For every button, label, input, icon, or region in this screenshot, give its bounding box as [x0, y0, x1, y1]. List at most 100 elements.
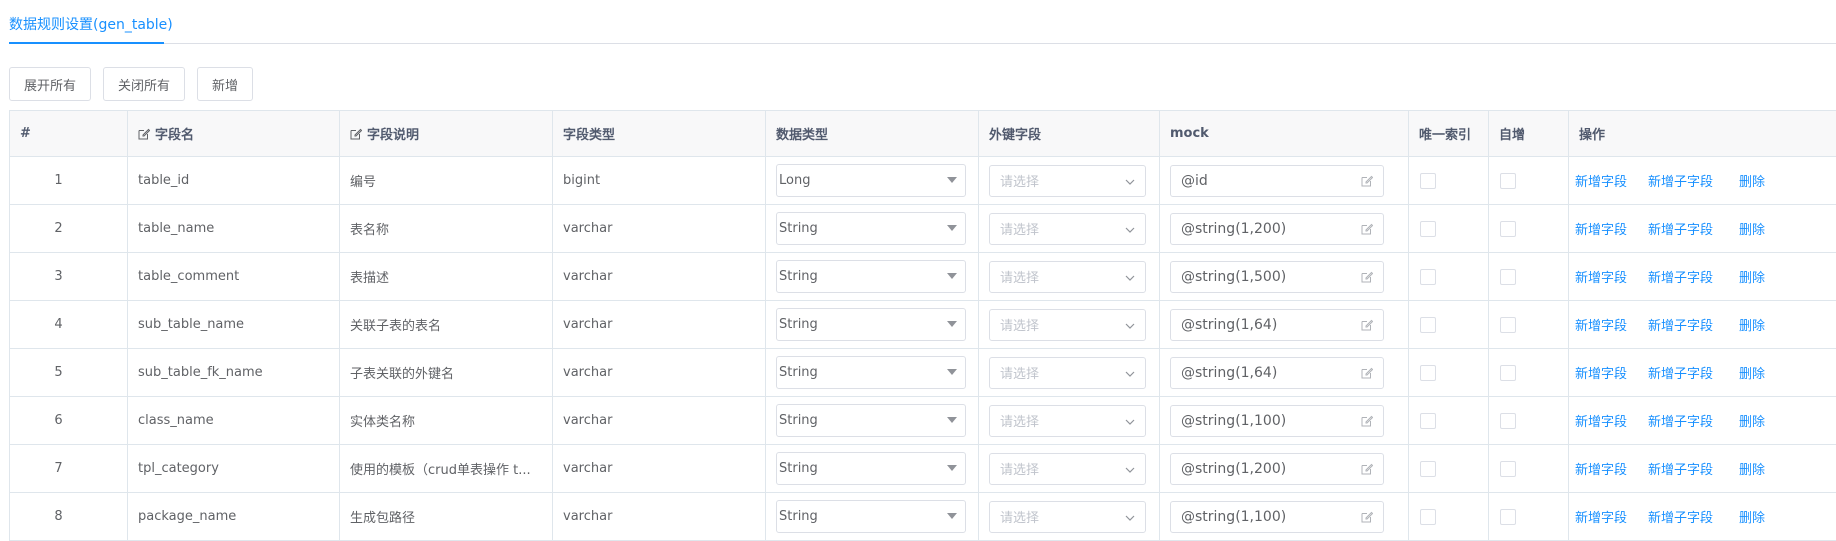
- chevron-down-icon: [1125, 224, 1135, 239]
- row-actions: 新增字段 新增子字段 删除: [1569, 301, 1827, 348]
- edit-icon[interactable]: [1361, 319, 1374, 335]
- foreign-key-select[interactable]: 请选择: [989, 404, 1146, 437]
- row-index: 1: [9, 157, 128, 204]
- data-type-select[interactable]: String: [776, 500, 966, 533]
- header-mock: mock: [1160, 111, 1409, 156]
- edit-icon[interactable]: [1361, 463, 1374, 479]
- foreign-key-placeholder: 请选择: [1000, 463, 1040, 478]
- add-field-link[interactable]: 新增字段: [1575, 267, 1627, 286]
- mock-input[interactable]: @string(1,100): [1170, 500, 1384, 533]
- add-child-field-link[interactable]: 新增子字段: [1648, 507, 1713, 526]
- unique-index-checkbox[interactable]: [1420, 268, 1436, 285]
- add-field-link[interactable]: 新增字段: [1575, 171, 1627, 190]
- add-child-field-link[interactable]: 新增子字段: [1648, 267, 1713, 286]
- add-child-field-link[interactable]: 新增子字段: [1648, 219, 1713, 238]
- add-child-field-link[interactable]: 新增子字段: [1648, 411, 1713, 430]
- unique-index-checkbox[interactable]: [1420, 172, 1436, 189]
- expand-all-button[interactable]: 展开所有: [9, 67, 92, 101]
- mock-input[interactable]: @string(1,200): [1170, 212, 1384, 245]
- data-type-select[interactable]: String: [776, 308, 966, 341]
- caret-down-icon: [947, 321, 957, 327]
- mock-input[interactable]: @id: [1170, 164, 1384, 197]
- edit-icon[interactable]: [1361, 367, 1374, 383]
- unique-index-checkbox[interactable]: [1420, 508, 1436, 525]
- caret-down-icon: [947, 513, 957, 519]
- mock-value: @string(1,100): [1181, 508, 1287, 525]
- foreign-key-placeholder: 请选择: [1000, 175, 1040, 190]
- auto-increment-checkbox[interactable]: [1500, 412, 1516, 429]
- delete-link[interactable]: 删除: [1739, 363, 1765, 382]
- edit-icon[interactable]: [1361, 223, 1374, 239]
- foreign-key-select[interactable]: 请选择: [989, 500, 1146, 533]
- header-field-desc: 字段说明: [340, 111, 553, 156]
- auto-increment-checkbox[interactable]: [1500, 268, 1516, 285]
- unique-index-checkbox[interactable]: [1420, 412, 1436, 429]
- auto-increment-checkbox[interactable]: [1500, 508, 1516, 525]
- add-field-link[interactable]: 新增字段: [1575, 459, 1627, 478]
- add-child-field-link[interactable]: 新增子字段: [1648, 171, 1713, 190]
- delete-link[interactable]: 删除: [1739, 171, 1765, 190]
- add-field-link[interactable]: 新增字段: [1575, 315, 1627, 334]
- data-type-select[interactable]: String: [776, 356, 966, 389]
- auto-increment-checkbox[interactable]: [1500, 172, 1516, 189]
- delete-link[interactable]: 删除: [1739, 267, 1765, 286]
- data-type-select[interactable]: Long: [776, 164, 966, 197]
- foreign-key-select[interactable]: 请选择: [989, 452, 1146, 485]
- edit-icon[interactable]: [1361, 175, 1374, 191]
- foreign-key-select[interactable]: 请选择: [989, 308, 1146, 341]
- add-child-field-link[interactable]: 新增子字段: [1648, 459, 1713, 478]
- edit-icon[interactable]: [1361, 511, 1374, 527]
- auto-increment-checkbox[interactable]: [1500, 220, 1516, 237]
- data-type-select[interactable]: String: [776, 260, 966, 293]
- add-child-field-link[interactable]: 新增子字段: [1648, 363, 1713, 382]
- add-field-link[interactable]: 新增字段: [1575, 363, 1627, 382]
- delete-link[interactable]: 删除: [1739, 411, 1765, 430]
- foreign-key-select[interactable]: 请选择: [989, 260, 1146, 293]
- row-data-type-cell: String: [766, 493, 979, 540]
- unique-index-checkbox[interactable]: [1420, 460, 1436, 477]
- add-child-field-link[interactable]: 新增子字段: [1648, 315, 1713, 334]
- mock-input[interactable]: @string(1,200): [1170, 452, 1384, 485]
- mock-value: @string(1,64): [1181, 364, 1278, 381]
- data-type-select[interactable]: String: [776, 212, 966, 245]
- auto-increment-checkbox[interactable]: [1500, 460, 1516, 477]
- add-field-link[interactable]: 新增字段: [1575, 219, 1627, 238]
- mock-input[interactable]: @string(1,64): [1170, 356, 1384, 389]
- foreign-key-select[interactable]: 请选择: [989, 356, 1146, 389]
- row-field-name: table_comment: [128, 253, 340, 300]
- table-row: 2 table_name 表名称 varchar String 请选择 @str…: [9, 205, 1836, 253]
- data-type-select[interactable]: String: [776, 404, 966, 437]
- row-data-type-cell: String: [766, 301, 979, 348]
- row-field-desc: 子表关联的外键名: [340, 349, 553, 396]
- row-field-type: varchar: [553, 253, 766, 300]
- delete-link[interactable]: 删除: [1739, 219, 1765, 238]
- row-actions: 新增字段 新增子字段 删除: [1569, 493, 1827, 540]
- unique-index-checkbox[interactable]: [1420, 364, 1436, 381]
- add-field-link[interactable]: 新增字段: [1575, 411, 1627, 430]
- mock-input[interactable]: @string(1,500): [1170, 260, 1384, 293]
- row-actions: 新增字段 新增子字段 删除: [1569, 253, 1827, 300]
- edit-icon[interactable]: [1361, 271, 1374, 287]
- mock-input[interactable]: @string(1,100): [1170, 404, 1384, 437]
- foreign-key-select[interactable]: 请选择: [989, 212, 1146, 245]
- delete-link[interactable]: 删除: [1739, 315, 1765, 334]
- unique-index-checkbox[interactable]: [1420, 316, 1436, 333]
- collapse-all-button[interactable]: 关闭所有: [103, 67, 186, 101]
- foreign-key-select[interactable]: 请选择: [989, 164, 1146, 197]
- row-field-type: bigint: [553, 157, 766, 204]
- delete-link[interactable]: 删除: [1739, 507, 1765, 526]
- chevron-down-icon: [1125, 368, 1135, 383]
- mock-input[interactable]: @string(1,64): [1170, 308, 1384, 341]
- table-row: 6 class_name 实体类名称 varchar String 请选择 @s…: [9, 397, 1836, 445]
- data-type-select[interactable]: String: [776, 452, 966, 485]
- edit-icon[interactable]: [1361, 415, 1374, 431]
- add-button[interactable]: 新增: [197, 67, 254, 101]
- row-index: 6: [9, 397, 128, 444]
- auto-increment-checkbox[interactable]: [1500, 364, 1516, 381]
- delete-link[interactable]: 删除: [1739, 459, 1765, 478]
- auto-increment-checkbox[interactable]: [1500, 316, 1516, 333]
- tab-gen-table[interactable]: 数据规则设置(gen_table): [9, 16, 173, 34]
- unique-index-checkbox[interactable]: [1420, 220, 1436, 237]
- row-actions: 新增字段 新增子字段 删除: [1569, 445, 1827, 492]
- add-field-link[interactable]: 新增字段: [1575, 507, 1627, 526]
